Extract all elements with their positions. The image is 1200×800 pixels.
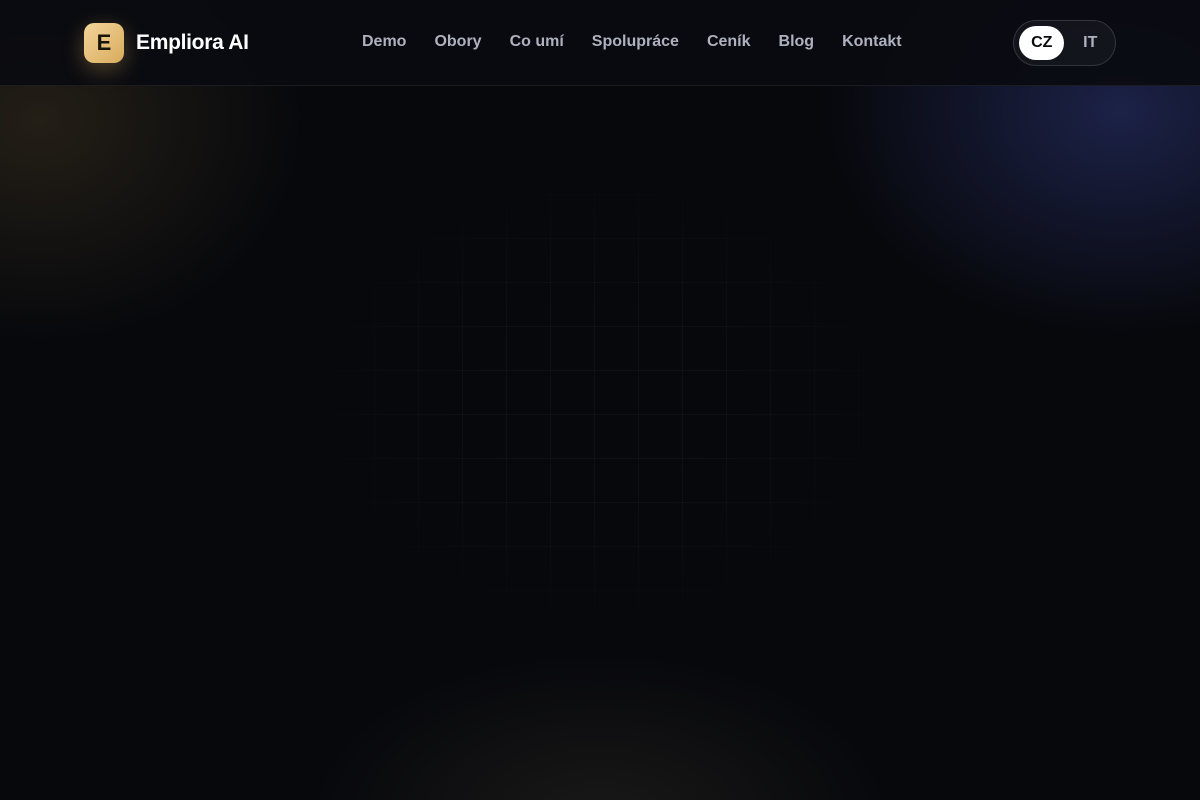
nav-item-spoluprace[interactable]: Spolupráce bbox=[592, 33, 679, 51]
language-switcher: CZ IT bbox=[1013, 20, 1116, 66]
brand-name: Empliora AI bbox=[136, 31, 249, 54]
brand-logo-link[interactable]: E Empliora AI bbox=[84, 23, 249, 63]
site-header: E Empliora AI Demo Obory Co umí Spoluprá… bbox=[0, 0, 1200, 86]
nav-item-co-umi[interactable]: Co umí bbox=[510, 33, 564, 51]
nav-item-blog[interactable]: Blog bbox=[779, 33, 815, 51]
nav-item-kontakt[interactable]: Kontakt bbox=[842, 33, 902, 51]
language-option-cz[interactable]: CZ bbox=[1019, 26, 1065, 60]
background-grid bbox=[0, 0, 1200, 800]
logo-mark-icon: E bbox=[84, 23, 124, 63]
language-option-it[interactable]: IT bbox=[1070, 26, 1110, 60]
nav-item-obory[interactable]: Obory bbox=[434, 33, 481, 51]
nav-item-cenik[interactable]: Ceník bbox=[707, 33, 751, 51]
main-nav: Demo Obory Co umí Spolupráce Ceník Blog … bbox=[362, 33, 902, 51]
nav-item-demo[interactable]: Demo bbox=[362, 33, 406, 51]
